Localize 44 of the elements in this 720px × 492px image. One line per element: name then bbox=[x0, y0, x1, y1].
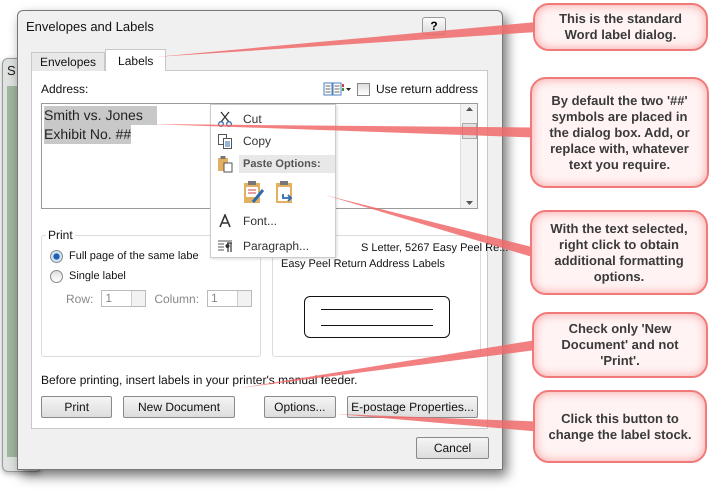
clipboard-icon bbox=[217, 155, 233, 174]
scissors-icon bbox=[217, 111, 233, 128]
button[interactable]: E-postage Properties... bbox=[347, 396, 478, 418]
copy-icon bbox=[217, 133, 233, 150]
window-title: S bbox=[7, 63, 17, 78]
radio-button[interactable] bbox=[50, 250, 63, 262]
tab[interactable]: Labels bbox=[105, 49, 166, 71]
callout-text: Click this button to change the label stock. bbox=[547, 410, 693, 442]
checkbox-label: Use return address bbox=[376, 82, 478, 96]
field-label: Column: bbox=[154, 292, 200, 306]
tab[interactable]: Envelopes bbox=[31, 52, 106, 71]
scrollbar[interactable] bbox=[460, 104, 477, 208]
window-title: Envelopes and Labels bbox=[26, 18, 154, 34]
paragraph-icon bbox=[217, 238, 233, 253]
menu-item[interactable]: Paragraph... bbox=[239, 238, 310, 253]
paste-keep-formatting-icon[interactable] bbox=[243, 180, 265, 204]
scroll-down-icon[interactable] bbox=[466, 201, 472, 205]
button[interactable]: Print bbox=[41, 396, 112, 418]
checkbox[interactable] bbox=[356, 82, 370, 96]
note-text: Before printing, insert labels in your printer's manual feeder. bbox=[41, 373, 358, 387]
button[interactable]: New Document bbox=[123, 396, 235, 418]
menu-heading: Paste Options: bbox=[239, 155, 335, 174]
callout-text: This is the standard Word label dialog. bbox=[558, 11, 683, 43]
selected-text: Smith vs. Jones bbox=[44, 106, 157, 125]
callout-text: With the text selected, right click to obtain additional formatting options. bbox=[549, 220, 689, 284]
menu-item[interactable]: Font... bbox=[239, 214, 278, 228]
address-book-icon[interactable] bbox=[322, 82, 351, 96]
button[interactable]: Options... bbox=[264, 396, 336, 418]
radio-label: Single label bbox=[69, 270, 126, 282]
font-icon bbox=[219, 214, 231, 228]
cancel-button[interactable]: Cancel bbox=[416, 437, 489, 459]
group-title: Print bbox=[46, 228, 75, 242]
label-description: S Letter, 5267 Easy Peel Re... bbox=[361, 242, 508, 254]
radio-label: Full page of the same labe bbox=[69, 250, 199, 262]
menu-item[interactable]: Copy bbox=[239, 134, 272, 148]
menu-item[interactable]: Cut bbox=[239, 112, 262, 126]
scroll-up-icon[interactable] bbox=[466, 107, 472, 111]
label-description: Easy Peel Return Address Labels bbox=[281, 258, 445, 270]
field-label: Address: bbox=[41, 82, 88, 96]
field-label: Row: bbox=[66, 292, 94, 306]
callout-text: By default the two '##' symbols are placed in the dialog box. Add, or replace with, whatever text you require. bbox=[548, 92, 691, 172]
callout-text: Check only 'New Document' and not 'Print'. bbox=[560, 321, 680, 369]
selected-text: Exhibit No. ## bbox=[44, 125, 132, 144]
radio-button[interactable] bbox=[50, 270, 63, 282]
